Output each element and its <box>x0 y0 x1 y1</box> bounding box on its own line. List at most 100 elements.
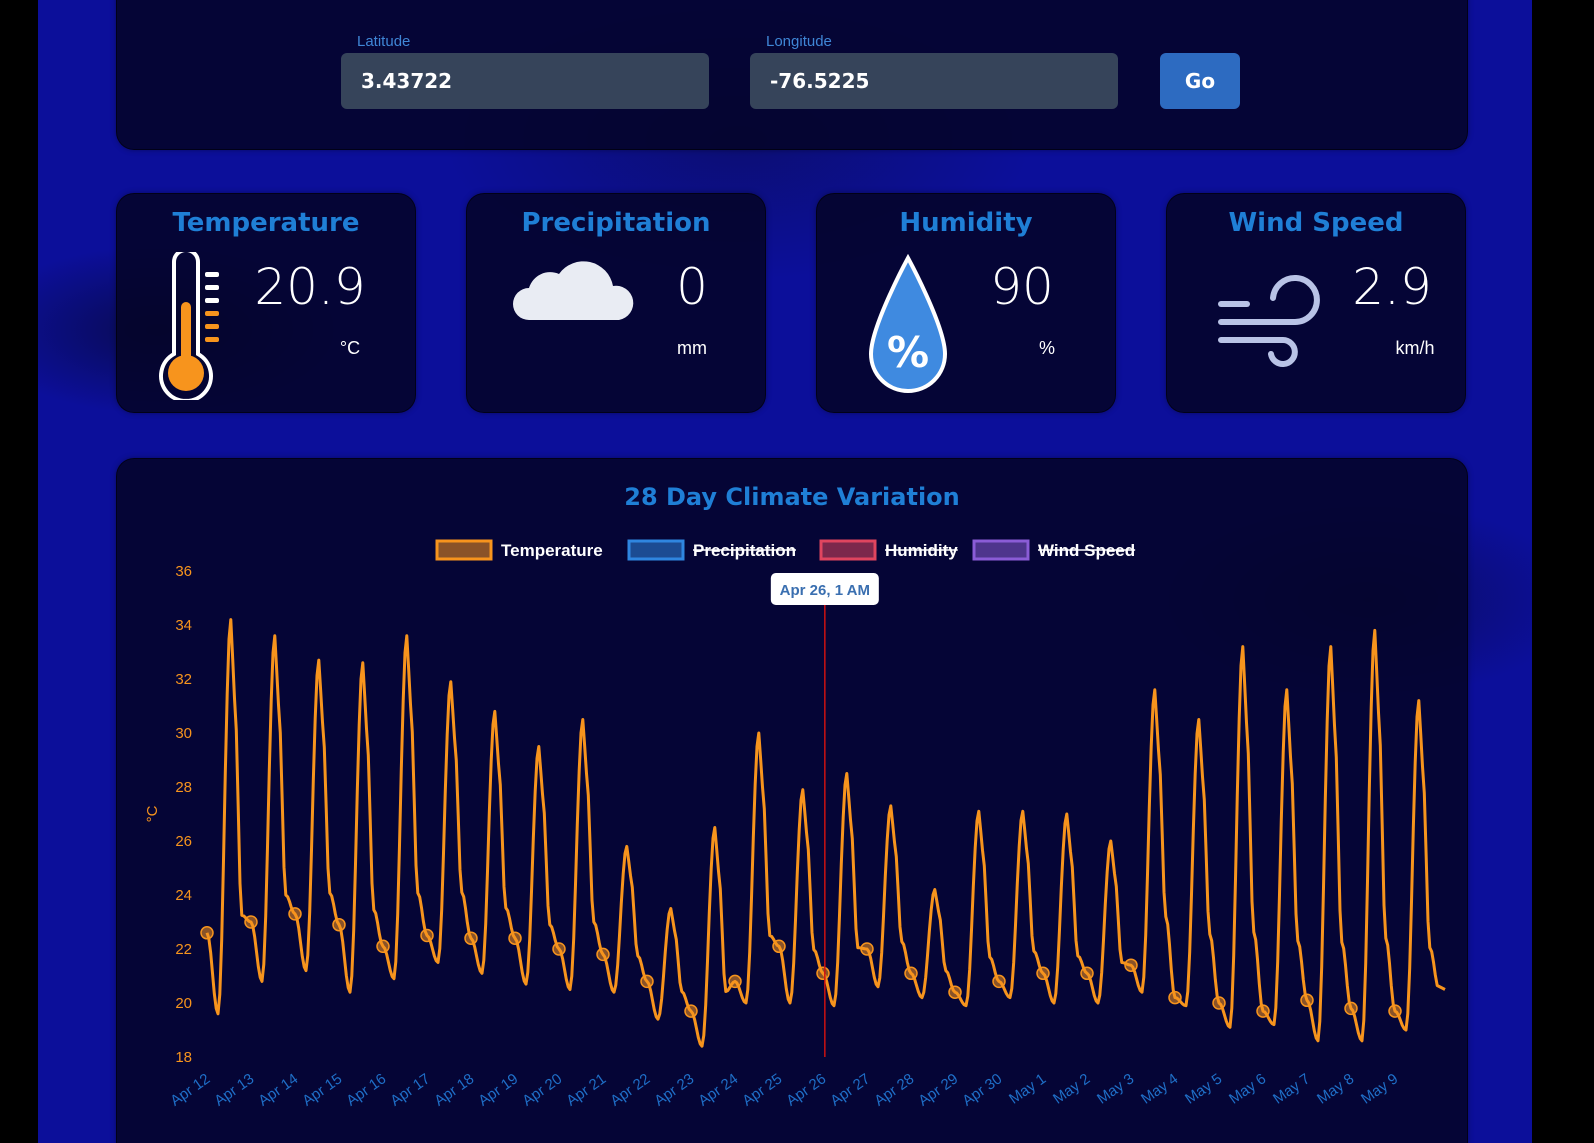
x-tick-label: Apr 19 <box>475 1070 521 1109</box>
temperature-point <box>332 917 346 932</box>
temperature-point <box>200 926 214 940</box>
x-tick-label: Apr 21 <box>563 1070 609 1109</box>
humidity-value: 90 <box>990 258 1054 316</box>
legend-swatch <box>627 539 685 561</box>
temperature-point <box>1036 966 1050 981</box>
wind-icon <box>1217 274 1327 379</box>
x-tick-label: May 1 <box>1006 1070 1049 1107</box>
humidity-title: Humidity <box>899 208 1033 238</box>
x-tick-label: Apr 15 <box>299 1070 345 1109</box>
app-window: Latitude Longitude Go Temperature 20.9 °… <box>38 0 1532 1143</box>
temperature-point <box>244 915 258 929</box>
y-tick-label: 28 <box>175 779 192 796</box>
x-tick-label: Apr 13 <box>211 1070 257 1109</box>
humidity-unit: % <box>1038 338 1055 358</box>
temperature-card: Temperature 20.9 °C <box>116 193 416 413</box>
x-tick-label: Apr 16 <box>343 1070 389 1109</box>
x-tick-label: May 4 <box>1138 1070 1181 1107</box>
temperature-line <box>205 618 1446 1048</box>
thermometer-icon <box>155 248 225 405</box>
precipitation-value: 0 <box>676 258 708 316</box>
go-button[interactable]: Go <box>1160 53 1240 109</box>
wind-speed-card: Wind Speed 2.9 km/h <box>1166 193 1466 413</box>
x-tick-label: Apr 26 <box>783 1070 829 1109</box>
temperature-point <box>1300 993 1314 1008</box>
temperature-point <box>1388 1004 1402 1018</box>
y-axis-label: °C <box>144 805 161 822</box>
y-tick-label: 24 <box>175 887 192 904</box>
x-tick-label: May 5 <box>1182 1070 1225 1107</box>
wind-speed-value: 2.9 <box>1352 258 1432 316</box>
temperature-point <box>508 931 522 945</box>
wind-speed-title: Wind Speed <box>1228 208 1404 238</box>
y-tick-label: 26 <box>175 833 192 850</box>
longitude-label: Longitude <box>766 33 832 50</box>
temperature-point <box>420 928 434 943</box>
precipitation-unit: mm <box>677 338 707 358</box>
temperature-point <box>552 942 566 956</box>
y-tick-label: 30 <box>175 725 192 742</box>
y-tick-label: 36 <box>175 563 192 580</box>
temperature-point <box>904 966 918 981</box>
climate-chart-panel: 28 Day Climate Variation 18 20 22 24 26 28 30 3… <box>116 458 1468 1143</box>
humidity-drop-icon: % <box>867 253 949 403</box>
x-tick-label: Apr 18 <box>431 1070 477 1109</box>
longitude-input[interactable] <box>750 53 1118 109</box>
x-tick-label: Apr 27 <box>827 1070 873 1109</box>
x-tick-label: Apr 28 <box>871 1070 917 1109</box>
temperature-point <box>992 974 1006 989</box>
x-tick-label: May 9 <box>1358 1070 1401 1107</box>
y-tick-label: 34 <box>175 617 192 634</box>
temperature-point <box>640 974 654 989</box>
temperature-point <box>772 939 786 954</box>
tooltip-label: Apr 26, 1 AM <box>780 582 870 599</box>
temperature-point <box>376 939 390 954</box>
temperature-point <box>596 947 610 962</box>
x-tick-label: Apr 17 <box>387 1070 433 1109</box>
temperature-point <box>816 966 830 981</box>
x-tick-label: May 6 <box>1226 1070 1269 1107</box>
temperature-point <box>860 942 874 956</box>
x-tick-label: May 8 <box>1314 1070 1357 1107</box>
x-tick-label: Apr 14 <box>255 1070 301 1109</box>
humidity-card: Humidity % 90 % <box>816 193 1116 413</box>
x-tick-label: Apr 30 <box>959 1070 1005 1109</box>
temperature-point <box>1256 1004 1270 1018</box>
x-tick-label: Apr 29 <box>915 1070 961 1109</box>
x-tick-label: May 3 <box>1094 1070 1137 1107</box>
latitude-label: Latitude <box>357 33 411 50</box>
precipitation-title: Precipitation <box>521 208 711 238</box>
temperature-point <box>728 974 742 989</box>
x-tick-label: Apr 25 <box>739 1070 785 1109</box>
x-tick-label: Apr 24 <box>695 1070 741 1109</box>
temperature-point <box>1212 996 1226 1010</box>
precipitation-card: Precipitation 0 mm <box>466 193 766 413</box>
temperature-point <box>1124 958 1138 972</box>
temperature-title: Temperature <box>172 208 360 238</box>
legend-swatch <box>819 539 877 561</box>
legend-swatch <box>972 539 1030 561</box>
coordinates-panel: Latitude Longitude Go <box>116 0 1468 150</box>
temperature-unit: °C <box>339 338 361 358</box>
x-tick-label: Apr 22 <box>607 1070 653 1109</box>
y-tick-label: 22 <box>175 941 192 958</box>
legend-swatch <box>435 539 493 561</box>
temperature-point <box>1344 1001 1358 1016</box>
temperature-point <box>288 907 302 921</box>
y-tick-label: 20 <box>175 995 192 1012</box>
temperature-point <box>1168 990 1182 1005</box>
y-tick-label: 18 <box>175 1049 192 1066</box>
climate-line-chart: 18 20 22 24 26 28 30 32 34 36 °C Apr 12Apr 13Apr 14… <box>144 539 1446 1110</box>
temperature-point <box>464 931 478 945</box>
svg-text:%: % <box>887 328 929 377</box>
x-tick-label: May 2 <box>1050 1070 1093 1107</box>
temperature-point <box>948 985 962 999</box>
x-tick-label: Apr 20 <box>519 1070 565 1109</box>
y-tick-label: 32 <box>175 671 192 688</box>
legend-label: Temperature <box>501 541 603 560</box>
x-tick-label: May 7 <box>1270 1070 1313 1107</box>
wind-speed-unit: km/h <box>1395 338 1435 358</box>
temperature-point <box>1080 966 1094 981</box>
latitude-input[interactable] <box>341 53 709 109</box>
temperature-point <box>684 1004 698 1018</box>
